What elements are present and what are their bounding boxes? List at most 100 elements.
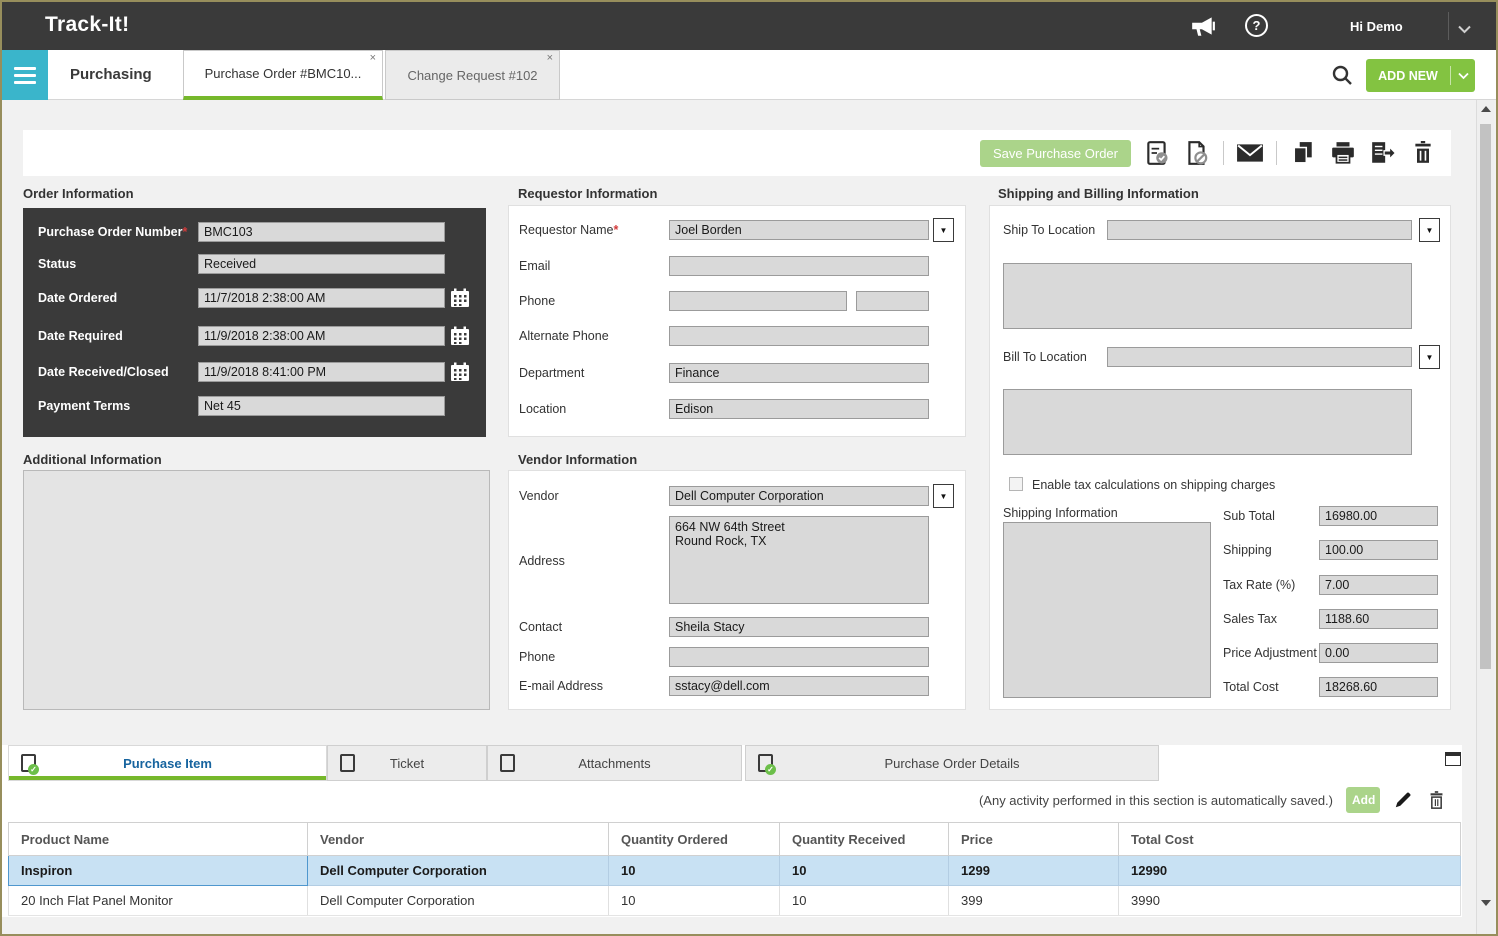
date-required-field[interactable]: [198, 326, 445, 346]
sales-tax-field[interactable]: [1319, 609, 1438, 629]
bill-to-dropdown-button[interactable]: ▼: [1419, 345, 1440, 369]
cell-quantity-received[interactable]: 10: [780, 856, 949, 886]
total-cost-field[interactable]: [1319, 677, 1438, 697]
col-price[interactable]: Price: [949, 823, 1119, 856]
calendar-icon[interactable]: [450, 288, 470, 308]
save-purchase-order-button[interactable]: Save Purchase Order: [980, 140, 1131, 167]
vendor-email-field[interactable]: [669, 676, 929, 696]
tab-attachments[interactable]: Attachments: [487, 745, 742, 781]
col-quantity-received[interactable]: Quantity Received: [780, 823, 949, 856]
table-row[interactable]: 20 Inch Flat Panel Monitor Dell Computer…: [9, 886, 1461, 916]
add-new-chevron-icon[interactable]: [1451, 72, 1475, 80]
vendor-field[interactable]: [669, 486, 929, 506]
cell-price[interactable]: 399: [949, 886, 1119, 916]
delete-item-icon[interactable]: [1426, 790, 1446, 810]
ship-to-dropdown-button[interactable]: ▼: [1419, 218, 1440, 242]
shipping-field[interactable]: [1319, 540, 1438, 560]
email-field[interactable]: [669, 256, 929, 276]
cell-vendor[interactable]: Dell Computer Corporation: [308, 886, 609, 916]
cell-quantity-ordered[interactable]: 10: [609, 886, 780, 916]
ship-to-label: Ship To Location: [1003, 223, 1095, 237]
announcements-icon[interactable]: [1190, 14, 1216, 38]
col-vendor[interactable]: Vendor: [308, 823, 609, 856]
close-icon[interactable]: ×: [547, 52, 553, 64]
tab-purchase-item[interactable]: ✓ Purchase Item: [8, 745, 327, 781]
alternate-phone-field[interactable]: [669, 326, 929, 346]
location-label: Location: [519, 402, 566, 416]
tab-bar: Purchasing Purchase Order #BMC10... × Ch…: [2, 50, 1496, 100]
cell-vendor[interactable]: Dell Computer Corporation: [308, 856, 609, 886]
shipping-information-textarea[interactable]: [1003, 522, 1211, 698]
phone-field[interactable]: [669, 291, 847, 311]
calendar-icon[interactable]: [450, 326, 470, 346]
vertical-scrollbar[interactable]: [1476, 100, 1494, 934]
edit-item-icon[interactable]: [1393, 790, 1413, 810]
date-ordered-field[interactable]: [198, 288, 445, 308]
scroll-down-icon[interactable]: [1481, 900, 1491, 906]
add-item-button[interactable]: Add: [1346, 787, 1380, 813]
vendor-phone-field[interactable]: [669, 647, 929, 667]
cell-quantity-received[interactable]: 10: [780, 886, 949, 916]
tab-ticket[interactable]: Ticket: [327, 745, 487, 781]
phone-ext-field[interactable]: [856, 291, 929, 311]
po-number-field[interactable]: [198, 222, 445, 242]
cell-total-cost[interactable]: 3990: [1119, 886, 1461, 916]
copy-icon[interactable]: [1289, 139, 1317, 167]
date-received-field[interactable]: [198, 362, 445, 382]
close-icon[interactable]: ×: [370, 52, 376, 64]
price-adjustment-field[interactable]: [1319, 643, 1438, 663]
help-icon[interactable]: ?: [1245, 14, 1268, 37]
vendor-address-textarea[interactable]: 664 NW 64th Street Round Rock, TX: [669, 516, 929, 604]
bill-to-address-textarea[interactable]: [1003, 389, 1412, 455]
ship-to-address-textarea[interactable]: [1003, 263, 1412, 329]
scroll-up-icon[interactable]: [1481, 106, 1491, 112]
email-icon[interactable]: [1236, 139, 1264, 167]
table-row-selected[interactable]: Inspiron Dell Computer Corporation 10 10…: [9, 856, 1461, 886]
bill-to-field[interactable]: [1107, 347, 1412, 367]
search-icon[interactable]: [1330, 63, 1354, 87]
print-icon[interactable]: [1329, 139, 1357, 167]
additional-information-textarea[interactable]: [23, 470, 490, 710]
contact-field[interactable]: [669, 617, 929, 637]
vendor-dropdown-button[interactable]: ▼: [933, 484, 954, 508]
maximize-section-icon[interactable]: [1445, 752, 1461, 766]
tab-change-request[interactable]: Change Request #102 ×: [385, 50, 560, 100]
shipping-label: Shipping: [1223, 543, 1272, 557]
table-header-row: Product Name Vendor Quantity Ordered Qua…: [9, 823, 1461, 856]
toolbar-divider: [1223, 141, 1224, 165]
cell-quantity-ordered[interactable]: 10: [609, 856, 780, 886]
tab-purchase-order-details[interactable]: ✓ Purchase Order Details: [745, 745, 1159, 781]
cell-product-name[interactable]: 20 Inch Flat Panel Monitor: [9, 886, 308, 916]
requestor-name-field[interactable]: [669, 220, 929, 240]
add-new-button[interactable]: ADD NEW: [1366, 59, 1475, 92]
hamburger-menu-icon[interactable]: [2, 50, 48, 100]
col-total-cost[interactable]: Total Cost: [1119, 823, 1461, 856]
export-icon[interactable]: [1369, 139, 1397, 167]
cell-price[interactable]: 1299: [949, 856, 1119, 886]
delete-icon[interactable]: [1409, 139, 1437, 167]
cancel-order-icon[interactable]: [1183, 139, 1211, 167]
col-quantity-ordered[interactable]: Quantity Ordered: [609, 823, 780, 856]
payment-terms-field[interactable]: [198, 396, 445, 416]
location-field[interactable]: [669, 399, 929, 419]
user-menu-chevron-icon[interactable]: [1458, 21, 1471, 39]
department-field[interactable]: [669, 363, 929, 383]
calendar-icon[interactable]: [450, 362, 470, 382]
tax-calculations-checkbox[interactable]: [1009, 477, 1023, 491]
cell-total-cost[interactable]: 12990: [1119, 856, 1461, 886]
cell-product-name[interactable]: Inspiron: [9, 856, 308, 886]
requestor-name-dropdown-button[interactable]: ▼: [933, 218, 954, 242]
po-number-label: Purchase Order Number*: [38, 225, 187, 239]
tax-rate-field[interactable]: [1319, 575, 1438, 595]
content-area: Save Purchase Order: [2, 100, 1496, 934]
col-product-name[interactable]: Product Name: [9, 823, 308, 856]
dropdown-arrow-icon: ▼: [940, 492, 948, 501]
tab-purchase-order[interactable]: Purchase Order #BMC10... ×: [183, 50, 383, 100]
sub-total-field[interactable]: [1319, 506, 1438, 526]
module-label: Purchasing: [70, 50, 152, 100]
scrollbar-thumb[interactable]: [1480, 124, 1491, 669]
receive-items-icon[interactable]: [1143, 139, 1171, 167]
ship-to-field[interactable]: [1107, 220, 1412, 240]
status-field[interactable]: [198, 254, 445, 274]
status-label: Status: [38, 257, 76, 271]
